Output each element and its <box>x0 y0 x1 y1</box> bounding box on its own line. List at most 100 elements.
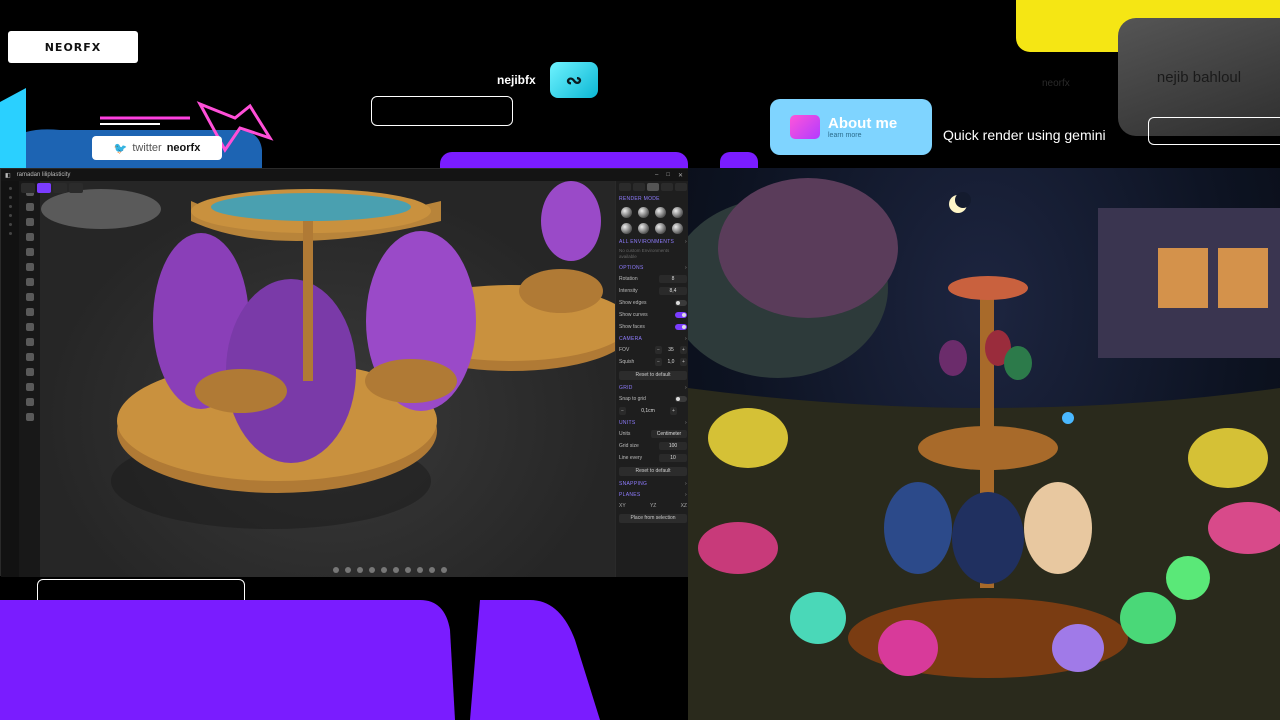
section-grid[interactable]: GRID › <box>619 385 687 391</box>
panel-tab[interactable] <box>633 183 645 191</box>
view-tool[interactable] <box>393 567 399 573</box>
show-edges-label: Show edges <box>619 300 647 306</box>
3d-viewport[interactable] <box>41 181 615 577</box>
window-title: ramadan liliplasticity <box>16 172 71 178</box>
show-faces-toggle[interactable] <box>675 324 687 330</box>
tool-button[interactable] <box>25 248 34 256</box>
view-tool[interactable] <box>357 567 363 573</box>
window-close-icon[interactable]: ✕ <box>678 172 683 179</box>
section-environments[interactable]: ALL ENVIRONMENTS › <box>619 239 687 245</box>
section-units[interactable]: UNITS › <box>619 420 687 426</box>
tool-button[interactable] <box>25 383 34 391</box>
panel-tab[interactable] <box>619 183 631 191</box>
matcap-swatch[interactable] <box>672 207 683 218</box>
tool-button[interactable] <box>25 263 34 271</box>
section-render-mode[interactable]: RENDER MODE <box>619 196 687 202</box>
grid-size-input[interactable]: 100 <box>659 442 687 450</box>
place-from-selection-button[interactable]: Place from selection <box>619 514 687 523</box>
view-tool[interactable] <box>441 567 447 573</box>
minus-icon[interactable]: − <box>655 358 662 366</box>
matcap-swatch[interactable] <box>638 223 649 234</box>
panel-tab[interactable] <box>661 183 673 191</box>
chevron-icon: › <box>685 239 687 245</box>
units-select[interactable]: Centimeter <box>651 430 687 438</box>
snap-grid-label: Snap to grid <box>619 396 646 402</box>
matcap-swatch[interactable] <box>655 207 666 218</box>
fov-value: 35 <box>668 347 674 353</box>
matcap-swatch[interactable] <box>655 223 666 234</box>
chevron-icon: › <box>685 265 687 271</box>
rotation-input[interactable]: 8 <box>659 275 687 283</box>
chevron-icon: › <box>685 385 687 391</box>
section-options[interactable]: OPTIONS › <box>619 265 687 271</box>
tab-button[interactable] <box>53 183 67 193</box>
section-planes[interactable]: PLANES › <box>619 492 687 498</box>
plus-icon[interactable]: + <box>670 407 677 415</box>
window-maximize-icon[interactable]: □ <box>666 172 670 179</box>
panel-tabs <box>619 183 687 191</box>
view-tool[interactable] <box>405 567 411 573</box>
tool-button[interactable] <box>25 308 34 316</box>
tool-button[interactable] <box>25 203 34 211</box>
reset-units-button[interactable]: Reset to default <box>619 467 687 476</box>
tool-button[interactable] <box>25 368 34 376</box>
matcap-swatch[interactable] <box>621 207 632 218</box>
view-tool[interactable] <box>369 567 375 573</box>
show-curves-toggle[interactable] <box>675 312 687 318</box>
tool-button[interactable] <box>25 413 34 421</box>
tab-button[interactable] <box>37 183 51 193</box>
purple-accent-shape <box>440 152 688 168</box>
reset-camera-button[interactable]: Reset to default <box>619 371 687 380</box>
app-window: ◧ ramadan liliplasticity – □ ✕ RENDER MO… <box>0 168 690 577</box>
intensity-row: Intensity 8,4 <box>619 287 687 295</box>
panel-tab[interactable] <box>675 183 687 191</box>
tool-button[interactable] <box>25 218 34 226</box>
grid-size-label: Grid size <box>619 443 639 449</box>
tab-button[interactable] <box>21 183 35 193</box>
fov-stepper[interactable]: −35 + <box>655 346 687 354</box>
plus-icon[interactable]: + <box>680 358 687 366</box>
tool-button[interactable] <box>25 293 34 301</box>
faint-tag: neorfx <box>1042 78 1070 89</box>
section-camera[interactable]: CAMERA › <box>619 336 687 342</box>
plane-yz-button[interactable]: YZ <box>650 503 656 509</box>
view-tool[interactable] <box>417 567 423 573</box>
snap-grid-toggle[interactable] <box>675 396 687 402</box>
minus-icon[interactable]: − <box>619 407 626 415</box>
tool-button[interactable] <box>25 278 34 286</box>
section-snapping[interactable]: SNAPPING › <box>619 481 687 487</box>
properties-panel: RENDER MODE ALL ENVIRONMENTS › No custom … <box>615 181 690 577</box>
intensity-label: Intensity <box>619 288 638 294</box>
tool-button[interactable] <box>25 323 34 331</box>
view-tool[interactable] <box>381 567 387 573</box>
tool-button[interactable] <box>25 398 34 406</box>
squish-stepper[interactable]: −1,0 + <box>655 358 687 366</box>
tab-button[interactable] <box>69 183 83 193</box>
intensity-input[interactable]: 8,4 <box>659 287 687 295</box>
plane-xz-button[interactable]: XZ <box>681 503 687 509</box>
tool-button[interactable] <box>25 353 34 361</box>
tool-button[interactable] <box>25 233 34 241</box>
matcap-swatch[interactable] <box>621 223 632 234</box>
view-tool[interactable] <box>345 567 351 573</box>
twitter-pill[interactable]: 🐦 twitter neorfx <box>92 136 222 160</box>
rotation-label: Rotation <box>619 276 638 282</box>
line-every-input[interactable]: 10 <box>659 454 687 462</box>
purple-bottom-shape <box>0 600 600 720</box>
about-me-card[interactable]: About me learn more <box>770 99 932 155</box>
matcap-swatch[interactable] <box>638 207 649 218</box>
view-tool[interactable] <box>429 567 435 573</box>
plane-xy-button[interactable]: XY <box>619 503 626 509</box>
section-label: UNITS <box>619 420 636 426</box>
minus-icon[interactable]: − <box>655 346 662 354</box>
window-minimize-icon[interactable]: – <box>655 172 658 179</box>
show-edges-toggle[interactable] <box>675 300 687 306</box>
view-tool[interactable] <box>333 567 339 573</box>
show-faces-row: Show faces <box>619 323 687 331</box>
plus-icon[interactable]: + <box>680 346 687 354</box>
matcap-swatch[interactable] <box>672 223 683 234</box>
tool-button[interactable] <box>25 338 34 346</box>
panel-tab[interactable] <box>647 183 659 191</box>
section-label: RENDER MODE <box>619 196 660 202</box>
grid-size-stepper[interactable]: − 0,1cm + <box>619 407 677 415</box>
